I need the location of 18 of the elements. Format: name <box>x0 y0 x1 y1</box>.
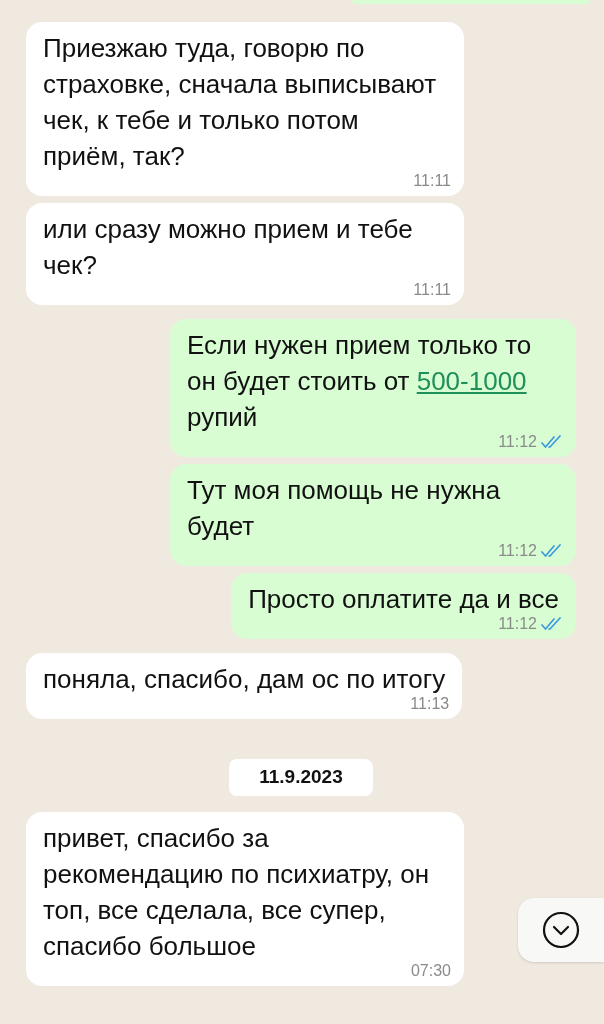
message-time: 11:12 <box>498 615 537 633</box>
message-text: поняла, спасибо, дам ос по итогу <box>43 663 446 696</box>
scroll-down-button[interactable] <box>518 898 604 962</box>
date-label: 11.9.2023 <box>229 759 373 796</box>
message-time: 11:12 <box>498 433 537 451</box>
message-time: 11:11 <box>413 281 451 299</box>
message-text: Приезжаю туда, говорю по страховке, сначала выписывают чек, к тебе и только потом приём, так? <box>43 32 438 173</box>
message-text: Просто оплатите да и все <box>248 583 559 616</box>
message-text: Тут моя помощь не нужна будет <box>187 474 502 543</box>
message-time: 11:12 <box>498 542 537 560</box>
message-time: 07:30 <box>410 961 451 980</box>
chevron-down-icon <box>542 911 580 949</box>
message-time: 11:11 <box>413 172 451 190</box>
message-text: Если нужен прием только то он будет стоить от 500-1000 рупий <box>187 329 533 434</box>
number-link[interactable]: 500-1000 <box>416 366 527 396</box>
message-text: привет, спасибо за рекомендацию по психиатру, он топ, все сделала, все супер, спасибо большое <box>43 821 431 963</box>
message-text: или сразу можно прием и тебе чек? <box>43 213 414 282</box>
message-time: 11:13 <box>410 695 450 713</box>
